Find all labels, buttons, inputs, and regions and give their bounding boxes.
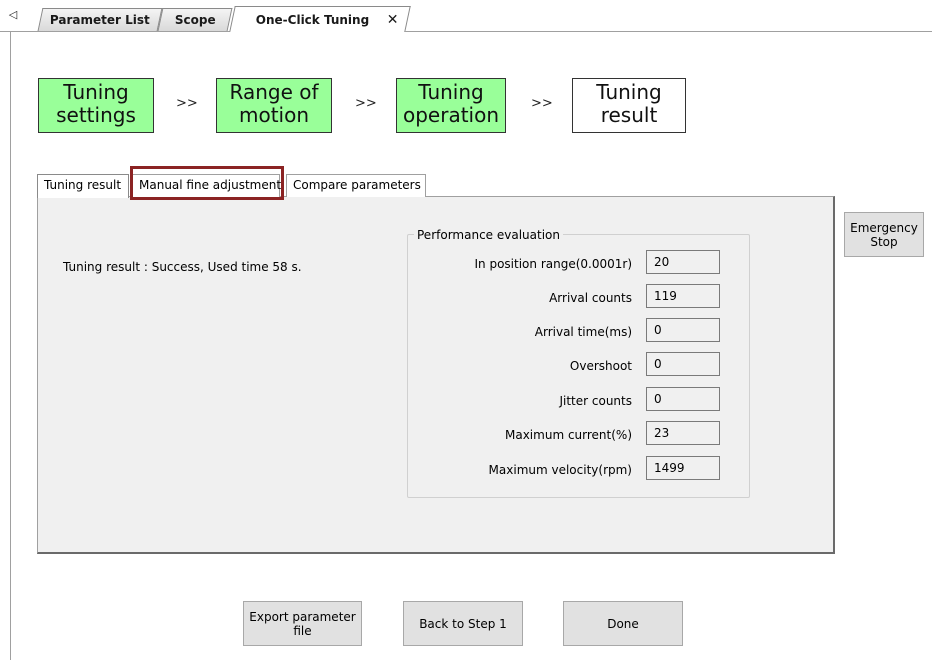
step-separator: >> [355,96,377,111]
maximum-velocity-value: 1499 [646,456,720,480]
maximum-current-value: 23 [646,421,720,445]
performance-evaluation-title: Performance evaluation [414,228,563,242]
step-tuning-result: Tuning result [572,78,686,133]
emergency-stop-button[interactable]: Emergency Stop [844,212,924,257]
tab-label: Parameter List [49,13,150,27]
step-separator: >> [531,96,553,111]
jitter-counts-label: Jitter counts [559,394,632,408]
step-tuning-settings: Tuning settings [38,78,154,133]
arrival-time-value: 0 [646,318,720,342]
tab-one-click-tuning[interactable]: One-Click Tuning ✕ [229,6,411,32]
step-label: Tuning operation [402,80,500,127]
tab-compare-parameters[interactable]: Compare parameters [286,174,426,197]
step-label: Tuning settings [56,80,136,127]
close-icon[interactable]: ✕ [387,7,399,33]
maximum-current-label: Maximum current(%) [505,428,632,442]
maximum-velocity-label: Maximum velocity(rpm) [488,463,632,477]
arrival-time-label: Arrival time(ms) [534,325,632,339]
tab-parameter-list[interactable]: Parameter List [37,8,163,31]
step-tuning-operation: Tuning operation [396,78,506,133]
tab-label: Tuning result [44,178,122,192]
in-position-range-value: 20 [646,250,720,274]
overshoot-value: 0 [646,352,720,376]
tab-label: Compare parameters [293,178,421,192]
back-to-step-1-button[interactable]: Back to Step 1 [403,601,523,646]
step-label: Tuning result [596,80,662,127]
overshoot-label: Overshoot [569,359,632,373]
tab-label: One-Click Tuning [256,13,370,27]
arrival-counts-label: Arrival counts [549,291,632,305]
in-position-range-label: In position range(0.0001r) [474,257,632,271]
export-parameter-file-button[interactable]: Export parameter file [243,601,362,646]
highlight-box [130,166,284,200]
tab-tuning-result[interactable]: Tuning result [37,174,129,198]
arrival-counts-value: 119 [646,284,720,308]
done-button[interactable]: Done [563,601,683,646]
jitter-counts-value: 0 [646,387,720,411]
step-range-of-motion: Range of motion [216,78,332,133]
tab-scope[interactable]: Scope [157,8,233,31]
step-separator: >> [176,96,198,111]
step-label: Range of motion [229,80,319,127]
tuning-result-text: Tuning result : Success, Used time 58 s. [63,260,302,274]
tab-label: Scope [174,13,216,27]
scroll-left-icon[interactable]: ◁ [6,6,20,24]
